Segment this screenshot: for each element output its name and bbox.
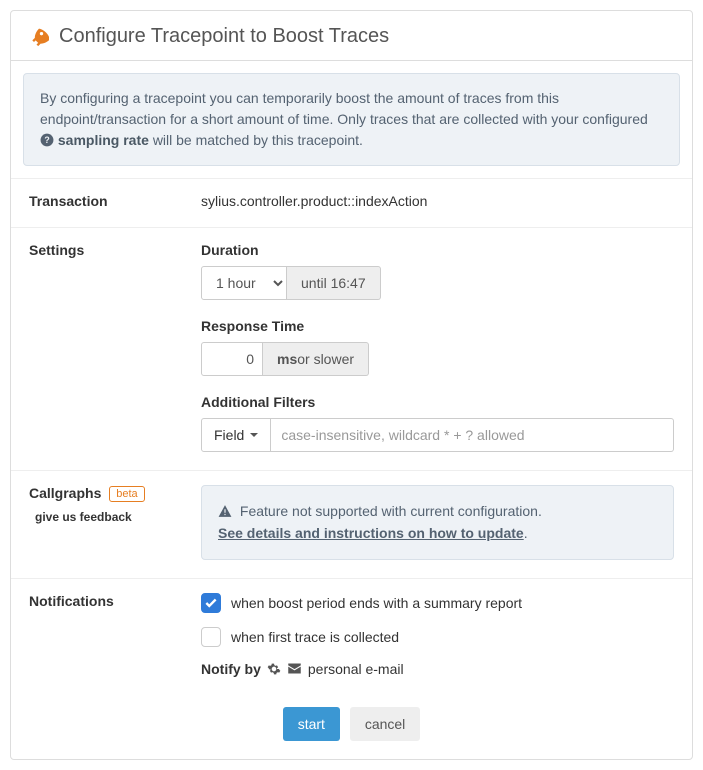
response-time-input[interactable] (201, 342, 263, 376)
warning-text: Feature not supported with current confi… (240, 503, 542, 519)
transaction-label: Transaction (11, 179, 201, 227)
row-transaction: Transaction sylius.controller.product::i… (11, 178, 692, 227)
notify-first-checkbox[interactable] (201, 627, 221, 647)
transaction-value: sylius.controller.product::indexAction (201, 193, 427, 209)
notify-by-label: Notify by (201, 661, 261, 677)
rocket-icon (29, 27, 49, 47)
notifications-label: Notifications (11, 579, 201, 695)
panel-title-text: Configure Tracepoint to Boost Traces (59, 25, 389, 48)
tracepoint-config-panel: Configure Tracepoint to Boost Traces By … (10, 10, 693, 760)
filter-value-input[interactable] (271, 418, 674, 452)
duration-label: Duration (201, 242, 674, 258)
duration-select[interactable]: 1 hour (201, 266, 287, 300)
notify-email: personal e-mail (308, 661, 404, 677)
notify-first-row: when first trace is collected (201, 627, 674, 647)
start-button[interactable]: start (283, 707, 340, 741)
field-dropdown-label: Field (214, 427, 244, 443)
caret-down-icon (250, 433, 258, 437)
gear-icon[interactable] (267, 662, 281, 676)
notify-summary-row: when boost period ends with a summary re… (201, 593, 674, 613)
row-settings: Settings Duration 1 hour until 16:47 Res… (11, 227, 692, 470)
info-box: By configuring a tracepoint you can temp… (23, 73, 680, 166)
filters-group: Additional Filters Field (201, 394, 674, 452)
envelope-icon (287, 661, 302, 676)
field-dropdown[interactable]: Field (201, 418, 271, 452)
question-circle-icon: ? (40, 133, 54, 147)
cancel-button[interactable]: cancel (350, 707, 420, 741)
action-bar: start cancel (11, 695, 692, 759)
response-time-group: Response Time ms or slower (201, 318, 674, 376)
warning-link[interactable]: See details and instructions on how to u… (218, 525, 524, 541)
callgraphs-warning: Feature not supported with current confi… (201, 485, 674, 560)
notify-summary-label: when boost period ends with a summary re… (231, 595, 522, 611)
filters-label: Additional Filters (201, 394, 674, 410)
response-time-label: Response Time (201, 318, 674, 334)
callgraphs-label: Callgraphs (29, 485, 101, 501)
duration-group: Duration 1 hour until 16:47 (201, 242, 674, 300)
or-slower: or slower (297, 351, 354, 367)
feedback-link[interactable]: give us feedback (35, 510, 195, 524)
response-time-unit: ms or slower (263, 342, 369, 376)
beta-badge: beta (109, 486, 144, 502)
panel-heading: Configure Tracepoint to Boost Traces (11, 11, 692, 61)
row-callgraphs: Callgraphs beta give us feedback Feature… (11, 470, 692, 578)
info-link[interactable]: sampling rate (58, 132, 149, 148)
ms-strong: ms (277, 351, 297, 367)
warning-triangle-icon (218, 504, 232, 518)
info-text-before: By configuring a tracepoint you can temp… (40, 90, 648, 127)
row-notifications: Notifications when boost period ends wit… (11, 578, 692, 695)
settings-label: Settings (11, 228, 201, 470)
info-text-after: will be matched by this tracepoint. (153, 132, 363, 148)
svg-text:?: ? (44, 135, 49, 145)
notify-by-line: Notify by personal e-mail (201, 661, 674, 677)
notify-summary-checkbox[interactable] (201, 593, 221, 613)
callgraphs-label-cell: Callgraphs beta give us feedback (11, 471, 201, 578)
duration-until: until 16:47 (287, 266, 381, 300)
panel-title: Configure Tracepoint to Boost Traces (29, 25, 674, 48)
notify-first-label: when first trace is collected (231, 629, 399, 645)
